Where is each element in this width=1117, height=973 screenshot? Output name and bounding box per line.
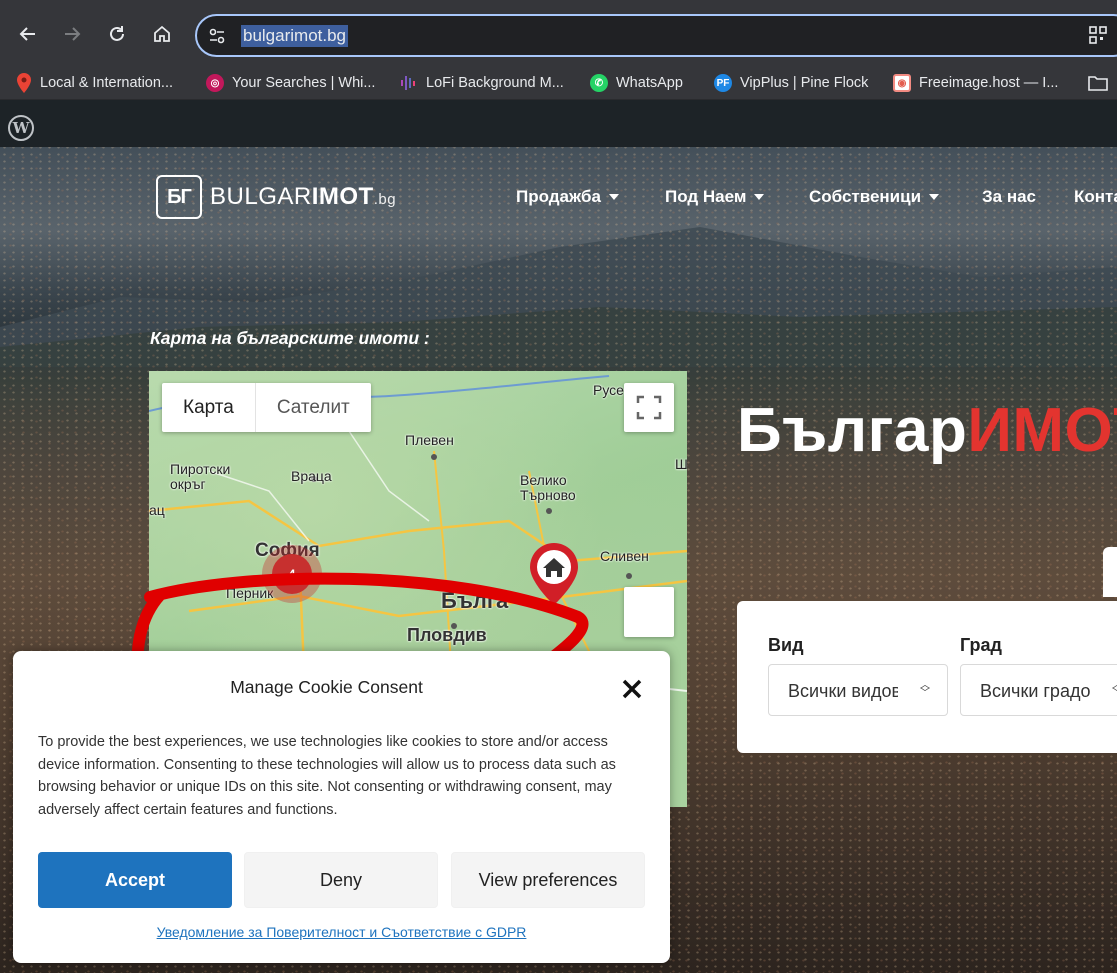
pf-icon: PF [714, 74, 732, 92]
cookie-title: Manage Cookie Consent [230, 677, 423, 697]
audio-bars-icon [401, 76, 415, 90]
caret-down-icon [929, 194, 940, 200]
nav-item-rent[interactable]: Под Наем [665, 187, 765, 207]
swirl-icon: ◎ [206, 74, 224, 92]
city-label: Град [960, 635, 1002, 655]
bookmark-folder[interactable] [1088, 66, 1108, 100]
bookmark-freeimage[interactable]: ◉ Freeimage.host — I... [893, 66, 1058, 100]
accept-button[interactable]: Accept [38, 852, 232, 908]
map-city-label: ац [149, 502, 165, 518]
bookmark-label: LoFi Background M... [426, 75, 564, 91]
gdpr-privacy-link[interactable]: Уведомление за Поверителност и Съответст… [13, 924, 670, 940]
brand-title: БългарИМОТ. [737, 396, 1117, 465]
fullscreen-button[interactable] [624, 383, 674, 432]
nav-item-sale[interactable]: Продажба [516, 187, 620, 207]
nav-item-about[interactable]: За нас [982, 187, 1036, 207]
forward-button[interactable] [57, 19, 87, 49]
folder-icon [1088, 76, 1108, 91]
map-heading: Карта на българските имоти : [150, 328, 430, 348]
browser-toolbar: bulgarimot.bg [0, 0, 1117, 66]
fullscreen-icon [636, 395, 662, 420]
view-preferences-button[interactable]: View preferences [451, 852, 645, 908]
freeimage-icon: ◉ [893, 74, 911, 92]
home-button[interactable] [147, 19, 177, 49]
map-cluster-marker[interactable]: 4 [262, 545, 322, 603]
site-settings-icon[interactable] [207, 26, 227, 46]
city-select[interactable]: Всички градове ︿﹀ [960, 664, 1117, 716]
type-select[interactable]: Всички видове ︿﹀ [768, 664, 948, 716]
main-nav: Продажба Под Наем Собственици За нас Кон… [0, 187, 1117, 211]
bookmarks-bar: Local & Internation... ◎ Your Searches |… [0, 66, 1117, 100]
cluster-count: 4 [272, 554, 312, 594]
whatsapp-icon: ✆ [590, 74, 608, 92]
address-bar[interactable]: bulgarimot.bg [195, 14, 1117, 57]
bookmark-whatsapp[interactable]: ✆ WhatsApp [590, 66, 683, 100]
reload-button[interactable] [102, 19, 132, 49]
map-city-label: Враца [291, 468, 332, 484]
wordpress-admin-bar [0, 100, 1117, 147]
bookmark-label: VipPlus | Pine Flock [740, 75, 869, 91]
property-search-card: Вид Град Всички видове ︿﹀ Всички градове… [737, 601, 1117, 753]
map-city-label: Пиротски окръг [170, 461, 231, 492]
map-type-control: Карта Сателит [162, 383, 371, 432]
back-arrow-icon [19, 27, 35, 41]
nav-item-contacts[interactable]: Конта [1074, 187, 1117, 207]
map-type-satellite-button[interactable]: Сателит [254, 383, 371, 432]
map-zoom-control[interactable] [624, 587, 674, 637]
bookmark-label: WhatsApp [616, 75, 683, 91]
caret-down-icon [609, 194, 620, 200]
map-type-map-button[interactable]: Карта [162, 383, 255, 432]
type-label: Вид [768, 635, 804, 655]
search-tab[interactable] [1103, 547, 1117, 597]
bookmark-label: Local & Internation... [40, 75, 173, 91]
nav-item-owners[interactable]: Собственици [809, 187, 940, 207]
map-city-label: Велико Търново [520, 472, 576, 503]
close-icon[interactable] [621, 678, 643, 700]
cookie-consent-dialog: Manage Cookie Consent To provide the bes… [13, 651, 670, 963]
qr-code-icon[interactable] [1089, 26, 1107, 44]
bookmark-lofi[interactable]: LoFi Background M... [400, 66, 564, 100]
map-city-label: Русе [593, 382, 624, 398]
map-city-label: Ш [675, 456, 687, 472]
bookmark-label: Freeimage.host — I... [919, 75, 1059, 91]
map-city-label: Пловдив [407, 625, 487, 645]
map-city-label: Сливен [600, 548, 649, 564]
property-marker-home-icon[interactable] [527, 541, 581, 607]
wordpress-logo-icon[interactable]: W [8, 115, 34, 141]
url-text[interactable]: bulgarimot.bg [241, 25, 349, 47]
deny-button[interactable]: Deny [244, 852, 438, 908]
reload-icon [110, 26, 124, 41]
bookmark-vipplus[interactable]: PF VipPlus | Pine Flock [714, 66, 868, 100]
updown-chevron-icon: ︿﹀ [1112, 681, 1117, 699]
cookie-message: To provide the best experiences, we use … [38, 734, 616, 818]
updown-chevron-icon: ︿﹀ [920, 680, 930, 699]
map-country-label: Бълга [441, 588, 509, 613]
caret-down-icon [754, 194, 765, 200]
back-button[interactable] [13, 19, 43, 49]
map-city-label: Плевен [405, 432, 454, 448]
forward-arrow-icon [65, 27, 81, 41]
location-pin-icon [17, 73, 31, 93]
bookmark-your-searches[interactable]: ◎ Your Searches | Whi... [206, 66, 375, 100]
bookmark-label: Your Searches | Whi... [232, 75, 376, 91]
bookmark-local-international[interactable]: Local & Internation... [16, 66, 173, 100]
home-icon [154, 25, 170, 42]
